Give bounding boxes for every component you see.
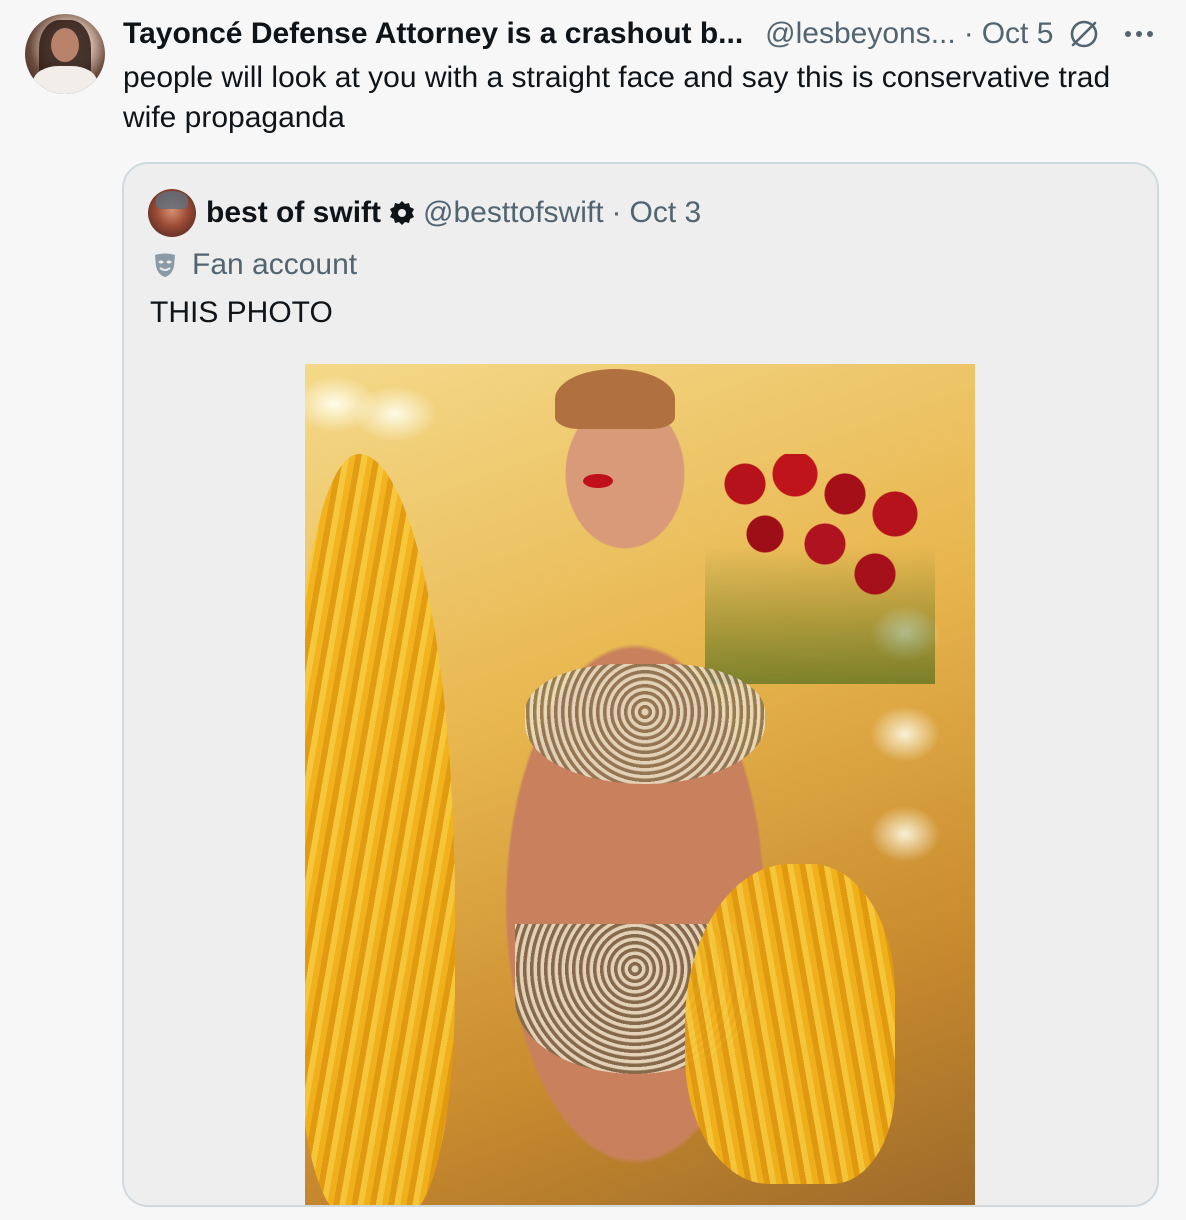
header-separator: · <box>963 17 974 50</box>
quoted-author-display-name[interactable]: best of swift <box>206 196 381 230</box>
author-display-name[interactable]: Tayoncé Defense Attorney is a crashout b… <box>123 17 743 51</box>
account-label: Fan account <box>150 248 357 282</box>
more-options-icon[interactable] <box>1121 17 1157 51</box>
quoted-tweet-text: THIS PHOTO <box>150 296 333 329</box>
verified-badge-icon <box>389 200 415 226</box>
quoted-tweet-date[interactable]: Oct 3 <box>630 196 702 230</box>
tweet-text: people will look at you with a straight … <box>123 61 1111 134</box>
quoted-header-separator: · <box>611 196 622 229</box>
tweet-header: Tayoncé Defense Attorney is a crashout b… <box>123 14 1163 54</box>
quoted-tweet[interactable]: best of swift @besttofswift · Oct 3 Fan … <box>122 162 1159 1207</box>
quoted-tweet-header: best of swift @besttofswift · Oct 3 <box>206 194 701 232</box>
grok-icon[interactable] <box>1067 17 1101 51</box>
quoted-author-avatar[interactable] <box>148 189 196 237</box>
tweet: Tayoncé Defense Attorney is a crashout b… <box>0 0 1186 1220</box>
quoted-tweet-photo[interactable] <box>305 364 975 1205</box>
author-handle[interactable]: @lesbeyons... <box>765 17 956 51</box>
author-avatar[interactable] <box>25 14 105 94</box>
quoted-author-handle[interactable]: @besttofswift <box>423 196 604 230</box>
tweet-date[interactable]: Oct 5 <box>982 17 1054 51</box>
theater-mask-icon <box>150 250 180 280</box>
account-label-text: Fan account <box>192 248 358 281</box>
